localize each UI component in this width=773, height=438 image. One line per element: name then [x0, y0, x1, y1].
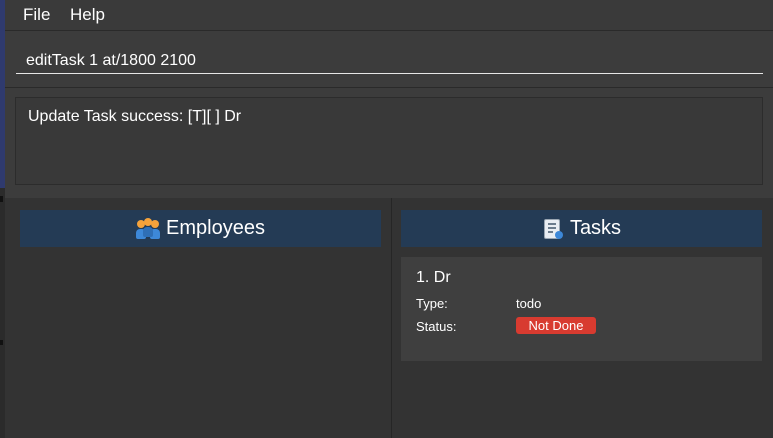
result-display: Update Task success: [T][ ] Dr: [15, 97, 763, 185]
tasks-panel: Tasks 1. Dr Type: todo Status: Not Done: [392, 198, 773, 438]
task-card[interactable]: 1. Dr Type: todo Status: Not Done: [401, 257, 762, 361]
command-input[interactable]: [16, 48, 763, 74]
main-split-pane: Employees Tasks 1. Dr Type: todo Status:…: [5, 198, 773, 438]
edge-mark: [0, 340, 3, 345]
command-box: [5, 31, 773, 88]
task-status-label: Status:: [416, 319, 457, 334]
employees-panel: Employees: [10, 198, 392, 438]
menu-help[interactable]: Help: [70, 5, 105, 25]
employees-icon: [136, 217, 161, 240]
tasks-title: Tasks: [569, 217, 622, 239]
employees-title: Employees: [166, 217, 265, 239]
task-type-label: Type:: [416, 296, 448, 311]
edge-mark: [0, 196, 3, 202]
menu-bar: File Help: [5, 0, 773, 31]
task-list-icon: [542, 218, 564, 240]
task-type-value: todo: [516, 296, 542, 311]
menu-file[interactable]: File: [23, 5, 50, 25]
task-title: 1. Dr: [416, 269, 451, 286]
result-message: Update Task success: [T][ ] Dr: [28, 108, 242, 125]
status-badge: Not Done: [516, 317, 596, 334]
tasks-header: Tasks: [401, 210, 762, 247]
employees-header: Employees: [20, 210, 381, 247]
